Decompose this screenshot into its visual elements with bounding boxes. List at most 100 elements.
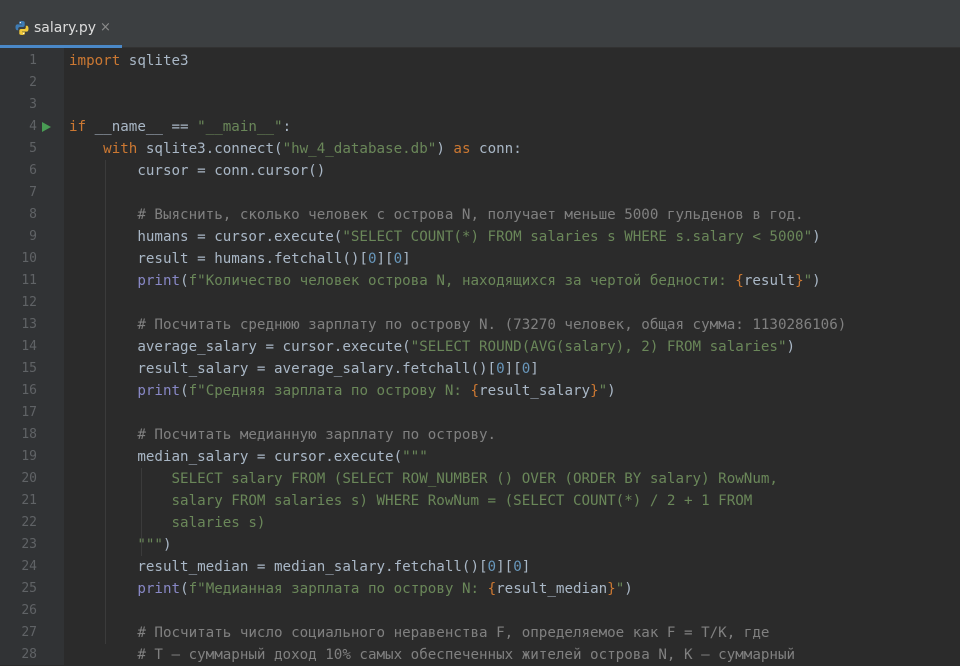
code-token: " [803,273,813,289]
code-line[interactable]: 25 print(f"Медианная зарплата по острову… [0,578,960,600]
code-token: print [137,273,181,289]
code-token: 0 [513,559,522,575]
line-number: 22 [21,515,37,530]
code-text: result_salary = average_salary.fetchall(… [69,358,539,380]
code-line[interactable]: 2 [0,72,960,94]
code-token: result_salary [479,383,591,399]
run-gutter-icon[interactable] [42,122,51,132]
code-line[interactable]: 22 salaries s) [0,512,960,534]
code-token: " [615,581,625,597]
code-token: { [735,273,744,289]
code-token: ( [180,581,189,597]
code-line[interactable]: 5 with sqlite3.connect("hw_4_database.db… [0,138,960,160]
code-line[interactable]: 15 result_salary = average_salary.fetcha… [0,358,960,380]
code-token: median_salary = cursor.execute( [69,449,403,465]
code-token: print [137,383,181,399]
code-line[interactable]: 4 if __name__ == "__main__": [0,116,960,138]
line-number: 9 [29,229,37,244]
code-token: ) [812,229,821,245]
code-text: import sqlite3 [69,50,189,72]
code-token: ( [180,273,189,289]
line-number: 17 [21,405,37,420]
code-line[interactable]: 21 salary FROM salaries s) WHERE RowNum … [0,490,960,512]
code-line[interactable]: 19 median_salary = cursor.execute(""" [0,446,960,468]
code-line[interactable]: 27 # Посчитать число социального неравен… [0,622,960,644]
code-token: salaries s) [69,515,266,531]
line-number: 3 [29,97,37,112]
line-number: 5 [29,141,37,156]
code-line[interactable]: 20 SELECT salary FROM (SELECT ROW_NUMBER… [0,468,960,490]
line-number: 26 [21,603,37,618]
code-token: """ [69,537,163,553]
code-text: humans = cursor.execute("SELECT COUNT(*)… [69,226,821,248]
code-token: 0 [496,361,505,377]
code-line[interactable]: 26 [0,600,960,622]
code-token: as [453,141,471,157]
editor-tab-bar: salary.py × [0,7,960,48]
line-number: 1 [29,53,37,68]
code-line[interactable]: 10 result = humans.fetchall()[0][0] [0,248,960,270]
code-line[interactable]: 14 average_salary = cursor.execute("SELE… [0,336,960,358]
line-number: 27 [21,625,37,640]
code-line[interactable]: 28 # T — суммарный доход 10% самых обесп… [0,644,960,666]
code-token: ) [607,383,616,399]
line-number: 8 [29,207,37,222]
code-token: ) [162,537,172,553]
code-token: if [69,119,87,135]
code-token: humans = cursor.execute( [69,229,343,245]
code-token: } [795,273,804,289]
line-number: 7 [29,185,37,200]
code-token: result [743,273,796,289]
line-number: 28 [21,647,37,662]
code-line[interactable]: 7 [0,182,960,204]
code-text: average_salary = cursor.execute("SELECT … [69,336,795,358]
line-number: 24 [21,559,37,574]
code-token: "SELECT ROUND(AVG(salary), 2) FROM salar… [410,339,787,355]
code-line[interactable]: 12 [0,292,960,314]
code-token: ] [530,361,539,377]
code-token: 0 [393,251,403,267]
code-token: cursor = conn.cursor() [69,163,326,179]
code-token: ) [436,141,454,157]
code-line[interactable]: 3 [0,94,960,116]
code-token: f"Медианная зарплата по острову N: [188,581,488,597]
code-line[interactable]: 8 # Выяснить, сколько человек с острова … [0,204,960,226]
line-number: 13 [21,317,37,332]
window-top-strip [0,0,960,7]
code-text: # Посчитать число социального неравенств… [69,622,769,644]
code-token: 0 [367,251,377,267]
code-line[interactable]: 9 humans = cursor.execute("SELECT COUNT(… [0,226,960,248]
code-text: result = humans.fetchall()[0][0] [69,248,410,270]
code-line[interactable]: 6 cursor = conn.cursor() [0,160,960,182]
code-token: # Посчитать число социального неравенств… [137,625,770,641]
code-line[interactable]: 23 """) [0,534,960,556]
code-text: # T — суммарный доход 10% самых обеспече… [69,644,795,666]
code-line[interactable]: 11 print(f"Количество человек острова N,… [0,270,960,292]
code-line[interactable]: 17 [0,402,960,424]
code-editor[interactable]: 1 import sqlite3 2 3 4 if __name__ == "__main… [0,49,960,665]
code-text: # Посчитать медианную зарплату по остров… [69,424,496,446]
code-line[interactable]: 18 # Посчитать медианную зарплату по ост… [0,424,960,446]
tab-close-icon[interactable]: × [100,19,111,37]
python-file-icon [15,21,29,35]
line-number: 23 [21,537,37,552]
code-token: result = humans.fetchall()[ [69,251,368,267]
tab-salary-py[interactable]: salary.py × [0,7,122,48]
code-token: result_median = median_salary.fetchall()… [69,559,488,575]
line-number: 4 [29,119,37,134]
code-line[interactable]: 1 import sqlite3 [0,50,960,72]
code-text: SELECT salary FROM (SELECT ROW_NUMBER ()… [69,468,777,490]
code-line[interactable]: 16 print(f"Средняя зарплата по острову N… [0,380,960,402]
code-token: f"Количество человек острова N, находящи… [188,273,736,289]
line-number: 12 [21,295,37,310]
code-line[interactable]: 24 result_median = median_salary.fetchal… [0,556,960,578]
code-token: { [470,383,480,399]
code-token: sqlite3 [120,53,189,69]
code-line[interactable]: 13 # Посчитать среднюю зарплату по остро… [0,314,960,336]
code-token: # Посчитать среднюю зарплату по острову … [137,317,847,333]
code-text: cursor = conn.cursor() [69,160,325,182]
